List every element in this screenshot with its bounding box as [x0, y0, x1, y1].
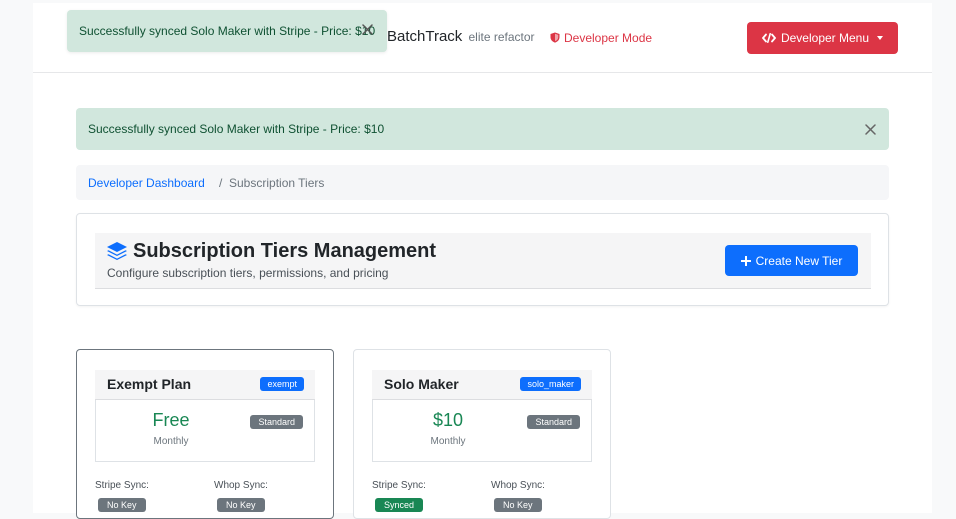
create-tier-label: Create New Tier — [755, 253, 843, 268]
shield-icon — [550, 32, 560, 43]
alert-message: Successfully synced Solo Maker with Stri… — [88, 122, 385, 136]
tier-name: Exempt Plan — [107, 376, 192, 392]
tier-card-exempt[interactable]: Exempt Plan exempt Free Monthly Standard… — [76, 349, 334, 519]
tier-name: Solo Maker — [384, 376, 459, 392]
tier-header: Solo Maker solo_maker — [372, 370, 592, 400]
tier-price: $10 — [432, 410, 464, 430]
brand[interactable]: BatchTrack elite refactor — [387, 28, 535, 45]
page-title: Subscription Tiers Management — [133, 240, 437, 262]
tier-type-badge: Standard — [250, 415, 303, 429]
breadcrumb: Developer Dashboard / Subscription Tiers — [76, 165, 889, 200]
brand-subtitle: elite refactor — [468, 30, 535, 44]
tier-period: Monthly — [153, 436, 189, 447]
breadcrumb-current: Subscription Tiers — [229, 176, 325, 190]
page-subtitle: Configure subscription tiers, permission… — [107, 266, 389, 280]
page: BatchTrack elite refactor Developer Mode… — [33, 3, 932, 519]
whop-sync-label: Whop Sync: — [491, 480, 545, 491]
stripe-sync-badge: No Key — [98, 498, 146, 512]
tier-key-badge: exempt — [260, 377, 304, 391]
close-icon[interactable] — [865, 124, 876, 135]
developer-mode-label: Developer Mode — [564, 31, 653, 45]
tiers-header: Subscription Tiers Management Configure … — [95, 233, 871, 289]
tier-type-badge: Standard — [527, 415, 580, 429]
tiers-header-card: Subscription Tiers Management Configure … — [76, 213, 889, 306]
breadcrumb-separator: / — [219, 176, 223, 190]
developer-mode-indicator: Developer Mode — [550, 31, 652, 45]
success-alert: Successfully synced Solo Maker with Stri… — [76, 108, 889, 150]
whop-sync-badge: No Key — [217, 498, 265, 512]
tier-card-solo-maker[interactable]: Solo Maker solo_maker $10 Monthly Standa… — [353, 349, 611, 519]
sync-toast: Successfully synced Solo Maker with Stri… — [67, 10, 387, 52]
tier-header: Exempt Plan exempt — [95, 370, 315, 400]
tier-key-badge: solo_maker — [520, 377, 581, 391]
stripe-sync-badge: Synced — [375, 498, 424, 512]
whop-sync-badge: No Key — [494, 498, 542, 512]
developer-menu-button[interactable]: Developer Menu — [747, 22, 898, 54]
tier-pricing: Free Monthly Standard — [95, 400, 315, 462]
plus-icon — [740, 255, 751, 266]
layers-icon — [107, 242, 127, 260]
brand-name[interactable]: BatchTrack — [387, 28, 462, 45]
tier-period: Monthly — [430, 436, 466, 447]
stripe-sync-label: Stripe Sync: — [372, 480, 426, 491]
breadcrumb-link-developer-dashboard[interactable]: Developer Dashboard — [88, 176, 205, 190]
whop-sync-label: Whop Sync: — [214, 480, 268, 491]
create-tier-button[interactable]: Create New Tier — [725, 245, 858, 276]
developer-menu-label: Developer Menu — [780, 31, 870, 45]
code-icon — [761, 33, 776, 43]
stripe-sync-label: Stripe Sync: — [95, 480, 149, 491]
toast-message: Successfully synced Solo Maker with Stri… — [79, 24, 376, 38]
caret-down-icon — [877, 36, 884, 40]
tier-price: Free — [152, 410, 190, 430]
close-icon[interactable] — [362, 24, 373, 35]
tier-pricing: $10 Monthly Standard — [372, 400, 592, 462]
